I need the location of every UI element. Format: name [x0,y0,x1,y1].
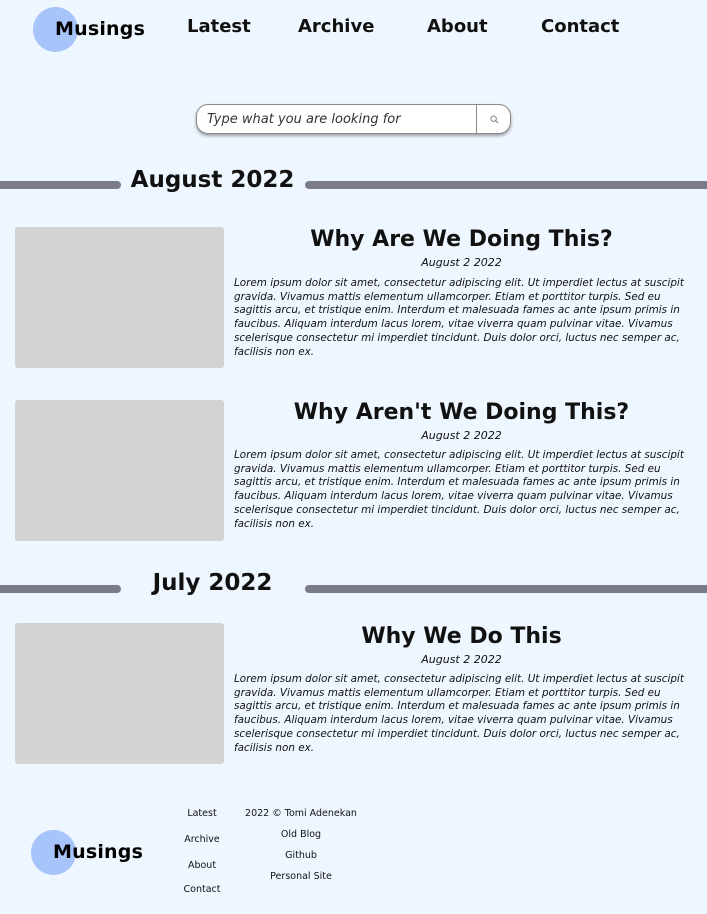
site-header: Musings Latest Archive About Contact [0,0,707,60]
search-button[interactable] [476,105,510,133]
nav-contact[interactable]: Contact [541,16,619,37]
post-date: August 2 2022 [421,256,502,269]
nav-latest[interactable]: Latest [187,16,251,37]
post-thumbnail[interactable] [15,623,224,764]
month-heading: August 2022 [130,167,295,193]
footer-link-github[interactable]: Github [236,850,366,861]
post-title[interactable]: Why Aren't We Doing This? [234,400,689,425]
footer-link-personal-site[interactable]: Personal Site [236,871,366,882]
post-excerpt: Lorem ipsum dolor sit amet, consectetur … [234,673,684,754]
site-logo[interactable]: Musings [55,18,145,40]
footer-nav-contact[interactable]: Contact [172,884,232,895]
post-title[interactable]: Why Are We Doing This? [234,227,689,252]
search-input[interactable] [197,105,476,133]
footer-nav-about[interactable]: About [172,860,232,871]
footer-link-old-blog[interactable]: Old Blog [236,829,366,840]
month-divider-left [0,181,121,189]
post-thumbnail[interactable] [15,400,224,541]
search-icon [489,114,498,123]
search-bar [196,104,511,134]
post-date: August 2 2022 [421,653,502,666]
post-excerpt: Lorem ipsum dolor sit amet, consectetur … [234,277,684,358]
footer-nav-archive[interactable]: Archive [172,834,232,845]
nav-about[interactable]: About [427,16,488,37]
footer-copyright: 2022 © Tomi Adenekan [245,808,357,819]
month-divider-right [305,181,707,189]
month-divider-right [305,585,707,593]
footer-logo[interactable]: Musings [53,841,143,863]
footer-nav-latest[interactable]: Latest [172,808,232,819]
nav-archive[interactable]: Archive [298,16,374,37]
month-heading: July 2022 [152,570,273,596]
post-excerpt: Lorem ipsum dolor sit amet, consectetur … [234,449,684,530]
month-divider-left [0,585,121,593]
post-title[interactable]: Why We Do This [234,624,689,649]
post-date: August 2 2022 [421,429,502,442]
post-thumbnail[interactable] [15,227,224,368]
